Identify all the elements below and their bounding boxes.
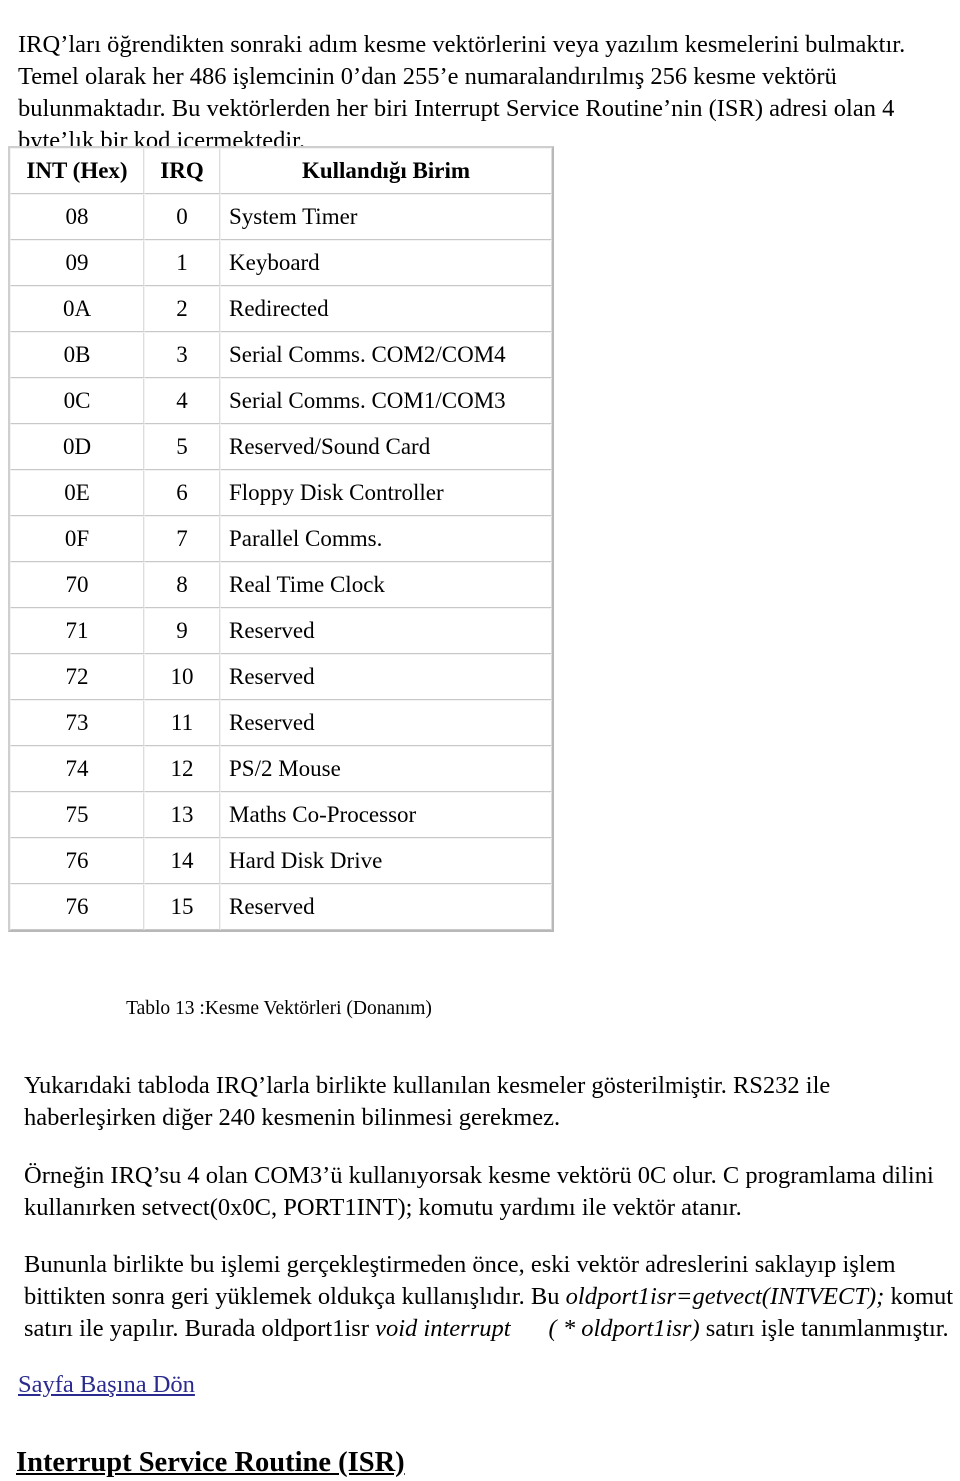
cell-unit: Reserved bbox=[220, 884, 552, 930]
paragraph-three-text-part-three: satırı işle tanımlanmıştır. bbox=[699, 1314, 949, 1342]
table-body: 08 0 System Timer 09 1 Keyboard 0A 2 Redirected 0… bbox=[10, 194, 552, 930]
cell-irq: 2 bbox=[144, 286, 220, 332]
table-row: 73 11 Reserved bbox=[10, 700, 552, 746]
back-to-top-link[interactable]: Sayfa Başına Dön bbox=[18, 1371, 195, 1398]
cell-irq: 12 bbox=[144, 746, 220, 792]
cell-unit: Serial Comms. COM2/COM4 bbox=[220, 332, 552, 378]
paragraph-two: Örneğin IRQ’su 4 olan COM3’ü kullanıyors… bbox=[24, 1161, 934, 1221]
cell-irq: 1 bbox=[144, 240, 220, 286]
table-row: 75 13 Maths Co-Processor bbox=[10, 792, 552, 838]
table-row: 0B 3 Serial Comms. COM2/COM4 bbox=[10, 332, 552, 378]
column-header-int-hex: INT (Hex) bbox=[10, 148, 144, 194]
table-row: 71 9 Reserved bbox=[10, 608, 552, 654]
table-caption: Tablo 13 :Kesme Vektörleri (Donanım) bbox=[126, 998, 432, 1019]
cell-int-hex: 74 bbox=[10, 746, 144, 792]
cell-unit: Keyboard bbox=[220, 240, 552, 286]
cell-int-hex: 76 bbox=[10, 838, 144, 884]
document-page: IRQ’ları öğrendikten sonraki adım kesme … bbox=[0, 0, 960, 1478]
back-to-top-wrapper: Sayfa Başına Dön bbox=[18, 1370, 195, 1400]
cell-int-hex: 0E bbox=[10, 470, 144, 516]
paragraph-three: Bununla birlikte bu işlemi gerçekleştirm… bbox=[24, 1249, 960, 1345]
code-oldport1isr-italic: ( * oldport1isr) bbox=[548, 1314, 700, 1342]
cell-unit: Floppy Disk Controller bbox=[220, 470, 552, 516]
table-row: 0E 6 Floppy Disk Controller bbox=[10, 470, 552, 516]
cell-irq: 14 bbox=[144, 838, 220, 884]
cell-unit: Redirected bbox=[220, 286, 552, 332]
table-row: 76 15 Reserved bbox=[10, 884, 552, 930]
intro-paragraph: IRQ’ları öğrendikten sonraki adım kesme … bbox=[18, 30, 906, 154]
table-row: 0F 7 Parallel Comms. bbox=[10, 516, 552, 562]
cell-irq: 5 bbox=[144, 424, 220, 470]
table-header-row: INT (Hex) IRQ Kullandığı Birim bbox=[10, 148, 552, 194]
cell-irq: 8 bbox=[144, 562, 220, 608]
cell-int-hex: 73 bbox=[10, 700, 144, 746]
table-row: 74 12 PS/2 Mouse bbox=[10, 746, 552, 792]
column-header-unit: Kullandığı Birim bbox=[220, 148, 552, 194]
section-heading-isr: Interrupt Service Routine (ISR) bbox=[16, 1446, 405, 1478]
table-row: 72 10 Reserved bbox=[10, 654, 552, 700]
table-row: 09 1 Keyboard bbox=[10, 240, 552, 286]
table-row: 70 8 Real Time Clock bbox=[10, 562, 552, 608]
column-header-irq: IRQ bbox=[144, 148, 220, 194]
cell-unit: Reserved bbox=[220, 700, 552, 746]
cell-int-hex: 76 bbox=[10, 884, 144, 930]
cell-int-hex: 0F bbox=[10, 516, 144, 562]
code-void-interrupt-italic: void interrupt bbox=[375, 1314, 511, 1342]
cell-int-hex: 75 bbox=[10, 792, 144, 838]
cell-unit: Serial Comms. COM1/COM3 bbox=[220, 378, 552, 424]
code-getvect-italic: oldport1isr=getvect(INTVECT); bbox=[565, 1282, 885, 1310]
cell-unit: System Timer bbox=[220, 194, 552, 240]
table-row: 0D 5 Reserved/Sound Card bbox=[10, 424, 552, 470]
cell-irq: 11 bbox=[144, 700, 220, 746]
cell-irq: 3 bbox=[144, 332, 220, 378]
cell-int-hex: 0D bbox=[10, 424, 144, 470]
cell-int-hex: 0C bbox=[10, 378, 144, 424]
cell-unit: Reserved bbox=[220, 608, 552, 654]
cell-int-hex: 09 bbox=[10, 240, 144, 286]
cell-unit: Reserved/Sound Card bbox=[220, 424, 552, 470]
cell-int-hex: 72 bbox=[10, 654, 144, 700]
table-row: 0C 4 Serial Comms. COM1/COM3 bbox=[10, 378, 552, 424]
cell-unit: Maths Co-Processor bbox=[220, 792, 552, 838]
cell-int-hex: 0B bbox=[10, 332, 144, 378]
cell-int-hex: 0A bbox=[10, 286, 144, 332]
cell-irq: 0 bbox=[144, 194, 220, 240]
paragraph-one: Yukarıdaki tabloda IRQ’larla birlikte ku… bbox=[24, 1071, 831, 1131]
cell-irq: 6 bbox=[144, 470, 220, 516]
cell-unit: Reserved bbox=[220, 654, 552, 700]
cell-irq: 9 bbox=[144, 608, 220, 654]
cell-int-hex: 70 bbox=[10, 562, 144, 608]
cell-unit: Hard Disk Drive bbox=[220, 838, 552, 884]
cell-irq: 4 bbox=[144, 378, 220, 424]
table-row: 08 0 System Timer bbox=[10, 194, 552, 240]
table-header: INT (Hex) IRQ Kullandığı Birim bbox=[10, 148, 552, 194]
interrupt-vector-table: INT (Hex) IRQ Kullandığı Birim 08 0 System… bbox=[8, 146, 554, 932]
cell-unit: Parallel Comms. bbox=[220, 516, 552, 562]
cell-irq: 15 bbox=[144, 884, 220, 930]
cell-int-hex: 08 bbox=[10, 194, 144, 240]
cell-irq: 10 bbox=[144, 654, 220, 700]
table-row: 0A 2 Redirected bbox=[10, 286, 552, 332]
cell-unit: PS/2 Mouse bbox=[220, 746, 552, 792]
cell-irq: 7 bbox=[144, 516, 220, 562]
cell-unit: Real Time Clock bbox=[220, 562, 552, 608]
cell-irq: 13 bbox=[144, 792, 220, 838]
table-row: 76 14 Hard Disk Drive bbox=[10, 838, 552, 884]
cell-int-hex: 71 bbox=[10, 608, 144, 654]
